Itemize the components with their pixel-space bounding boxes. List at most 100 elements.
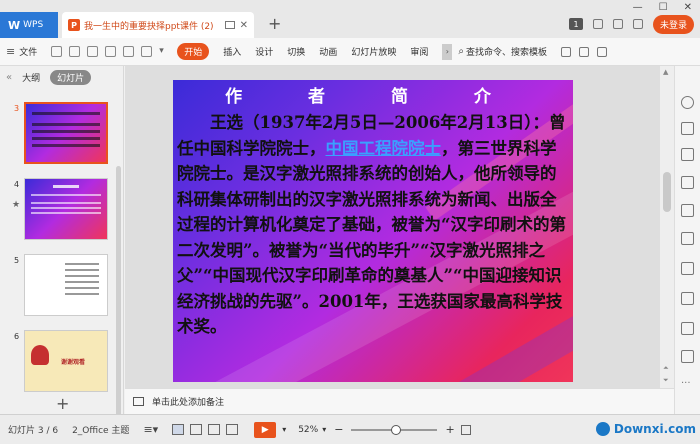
slide-thumbnail-6[interactable]: 6 谢谢观看 xyxy=(0,330,120,394)
animation-star-icon: ★ xyxy=(12,200,21,210)
user-center-icon[interactable] xyxy=(632,19,643,29)
titlebar-right-tools: 1 未登录 xyxy=(568,10,700,38)
tab-outline[interactable]: 大纲 xyxy=(22,71,40,84)
tab-slideshow[interactable]: 幻灯片放映 xyxy=(351,45,396,58)
next-slide-icon[interactable]: ⏷ xyxy=(663,376,669,385)
panel-tabs: « 大纲 幻灯片 xyxy=(0,66,123,88)
zoom-dropdown-icon[interactable]: ▾ xyxy=(322,425,326,434)
zoom-slider-knob[interactable] xyxy=(391,424,402,435)
reading-view-icon[interactable] xyxy=(208,424,221,435)
notes-toggle-icon[interactable]: ≡▾ xyxy=(143,423,158,436)
wps-home-tab[interactable]: W WPS xyxy=(0,12,58,38)
save-icon[interactable] xyxy=(51,46,63,57)
thumbnail-image xyxy=(24,254,108,316)
help-icon[interactable] xyxy=(681,350,694,363)
scroll-up-icon[interactable]: ▲ xyxy=(663,68,668,76)
cloud-sync-icon[interactable] xyxy=(560,46,571,57)
presentation-icon[interactable] xyxy=(681,262,694,275)
tab-design[interactable]: 设计 xyxy=(255,45,273,58)
wps-tab-label: WPS xyxy=(23,20,44,30)
tab-animation[interactable]: 动画 xyxy=(319,45,337,58)
more-tools-icon[interactable]: ··· xyxy=(681,378,694,391)
tab-transition[interactable]: 切换 xyxy=(287,45,305,58)
ppt-file-icon: P xyxy=(68,19,80,31)
watermark-text: Downxi.com xyxy=(613,422,696,436)
new-tab-button[interactable]: + xyxy=(268,14,281,33)
document-tab-title: 我一生中的重要抉择ppt课件 (2) xyxy=(84,21,214,32)
template-icon[interactable] xyxy=(681,122,694,135)
canvas-scrollbar[interactable]: ▲ ⏶ ⏷ xyxy=(660,66,674,388)
normal-view-icon[interactable] xyxy=(172,424,185,435)
slide-number: 5 xyxy=(14,256,20,265)
animation-icon[interactable] xyxy=(681,176,694,189)
shapes-icon[interactable] xyxy=(681,148,694,161)
collapse-panel-icon[interactable]: « xyxy=(6,72,12,83)
cae-hyperlink[interactable]: 中国工程院院士 xyxy=(326,139,442,158)
tab-review[interactable]: 审阅 xyxy=(410,45,428,58)
skin-icon[interactable] xyxy=(592,19,603,29)
theme-name[interactable]: 2_Office 主题 xyxy=(72,423,129,436)
window-count-badge[interactable]: 1 xyxy=(568,18,583,30)
prev-slide-icon[interactable]: ⏶ xyxy=(663,364,669,373)
ribbon-toolbar: ≡ 文件 ▾ 开始 插入 设计 切换 动画 幻灯片放映 审阅 › ⌕ 查找命令、… xyxy=(0,38,700,66)
more-options-icon[interactable] xyxy=(596,46,607,57)
close-tab-icon[interactable]: ✕ xyxy=(240,20,248,31)
tab-preview-icon[interactable] xyxy=(224,21,235,29)
backup-icon[interactable] xyxy=(681,232,694,245)
play-slideshow-button[interactable]: ▶ xyxy=(254,421,277,438)
export-pdf-icon[interactable] xyxy=(69,46,81,57)
scroll-thumb[interactable] xyxy=(663,172,671,212)
thumbnail-scrollbar[interactable] xyxy=(116,166,121,444)
slide-thumbnail-panel: « 大纲 幻灯片 3 4 ★ 5 6 谢谢观看 + xyxy=(0,66,124,444)
notes-icon xyxy=(133,397,144,406)
slide-count: 幻灯片 3 / 6 xyxy=(8,426,59,436)
fit-window-icon[interactable] xyxy=(460,424,471,435)
thumbnail-thanks-text: 谢谢观看 xyxy=(61,359,86,366)
body-text-post: ，第三世界科学院院士。是汉字激光照排系统的创始人，他所领导的科研集体研制出的汉字… xyxy=(177,138,566,337)
thumbnail-image xyxy=(24,178,108,240)
slide-body-text[interactable]: 王选（1937年2月5日—2006年2月13日）：曾任中国科学院院士，中国工程院… xyxy=(177,110,569,340)
settings-icon[interactable] xyxy=(612,19,623,29)
search-icon: ⌕ xyxy=(458,46,464,57)
print-icon[interactable] xyxy=(87,46,99,57)
slide-thumbnail-4[interactable]: 4 ★ xyxy=(0,178,120,242)
play-dropdown-icon[interactable]: ▾ xyxy=(282,425,286,434)
redo-icon[interactable] xyxy=(141,46,153,57)
thumbnail-image: 谢谢观看 xyxy=(24,330,108,392)
notes-placeholder[interactable]: 单击此处添加备注 xyxy=(152,395,224,408)
zoom-level[interactable]: 52% xyxy=(298,425,318,435)
right-sidebar: ··· xyxy=(674,66,700,414)
command-search[interactable]: ⌕ 查找命令、搜索模板 xyxy=(458,45,547,58)
current-slide[interactable]: 作 者 简 介 王选（1937年2月5日—2006年2月13日）：曾任中国科学院… xyxy=(173,80,573,382)
transition-icon[interactable] xyxy=(681,292,694,305)
undo-icon[interactable] xyxy=(123,46,135,57)
notes-bar[interactable]: 单击此处添加备注 xyxy=(125,388,674,414)
add-slide-button[interactable]: + xyxy=(56,394,69,413)
login-button[interactable]: 未登录 xyxy=(652,14,694,34)
slide-thumbnail-5[interactable]: 5 xyxy=(0,254,120,318)
object-properties-icon[interactable] xyxy=(681,96,694,109)
share-icon[interactable] xyxy=(578,46,589,57)
more-tabs-icon[interactable]: › xyxy=(442,43,453,60)
image-icon[interactable] xyxy=(681,322,694,335)
slide-thumbnail-3[interactable]: 3 xyxy=(0,102,120,166)
print-preview-icon[interactable] xyxy=(105,46,117,57)
title-bar: W WPS P 我一生中的重要抉择ppt课件 (2) ✕ + — ☐ ✕ 1 未… xyxy=(0,0,700,38)
tab-start[interactable]: 开始 xyxy=(177,43,210,60)
wps-logo-icon: W xyxy=(8,18,21,32)
zoom-in-icon[interactable]: + xyxy=(445,423,454,436)
tab-insert[interactable]: 插入 xyxy=(223,45,241,58)
slide-number: 3 xyxy=(14,104,20,113)
watermark: Downxi.com xyxy=(595,414,696,444)
file-menu[interactable]: 文件 xyxy=(19,45,37,58)
dropdown-icon[interactable]: ▾ xyxy=(159,46,170,57)
slide-title[interactable]: 作 者 简 介 xyxy=(173,82,573,107)
document-tab[interactable]: P 我一生中的重要抉择ppt课件 (2) ✕ xyxy=(62,12,254,38)
zoom-out-icon[interactable]: − xyxy=(334,423,343,436)
hamburger-menu-icon[interactable]: ≡ xyxy=(6,45,15,58)
tab-slides[interactable]: 幻灯片 xyxy=(50,69,92,85)
design-icon[interactable] xyxy=(681,204,694,217)
slide-sorter-icon[interactable] xyxy=(190,424,203,435)
notes-view-icon[interactable] xyxy=(226,424,239,435)
zoom-slider[interactable] xyxy=(351,424,438,435)
